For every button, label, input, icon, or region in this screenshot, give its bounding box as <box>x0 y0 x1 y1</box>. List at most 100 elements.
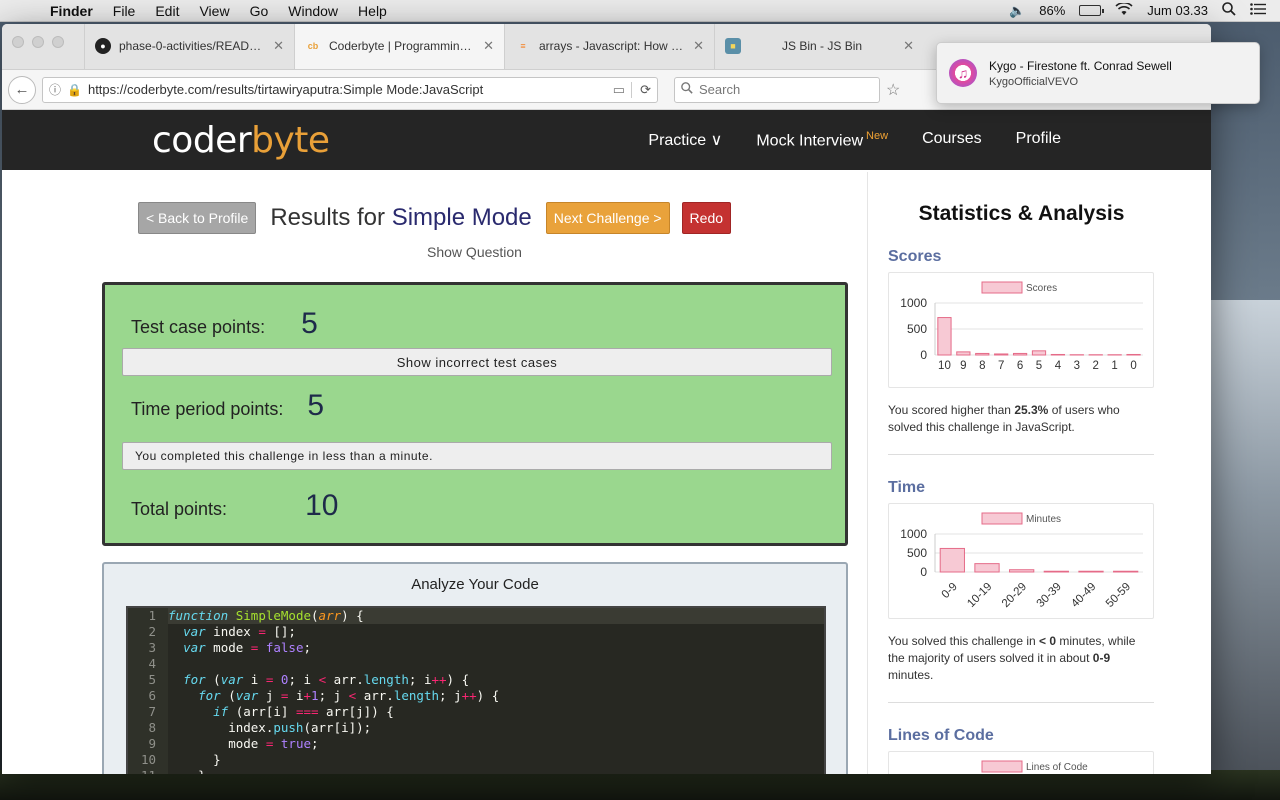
code-line: 2 var index = []; <box>128 624 824 640</box>
time-chart-svg: Minutes 1000 500 0 0-9 10-19 20-29 30-39 40-49 50… <box>900 512 1143 610</box>
bar <box>974 563 1000 573</box>
tab-label: Coderbyte | Programming … <box>329 39 476 53</box>
menu-finder[interactable]: Finder <box>40 3 103 19</box>
y-tick-label: 0 <box>920 565 927 579</box>
close-window-button[interactable] <box>12 36 24 48</box>
scores-summary: You scored higher than 25.3% of users wh… <box>888 402 1155 436</box>
x-tick-label: 40-49 <box>1069 581 1098 610</box>
search-icon <box>681 82 693 97</box>
menu-help[interactable]: Help <box>348 3 397 19</box>
reload-icon[interactable]: ⟳ <box>631 81 651 98</box>
x-tick-label: 3 <box>1074 360 1080 372</box>
nav-mock-interview[interactable]: Mock Interview New <box>756 130 888 150</box>
time-text-c: minutes. <box>888 668 934 682</box>
spotlight-search-icon[interactable] <box>1222 2 1236 19</box>
code-line: 8 index.push(arr[i]); <box>128 720 824 736</box>
stackoverflow-icon: ≡ <box>520 41 526 51</box>
logo-text-coder: coder <box>152 119 252 161</box>
scores-section-title: Scores <box>888 248 942 265</box>
x-tick-label: 10-19 <box>965 581 994 610</box>
y-tick-label: 1000 <box>900 527 927 541</box>
tab-label: arrays - Javascript: How to… <box>539 39 686 53</box>
x-tick-label: 1 <box>1111 360 1117 372</box>
close-tab-icon[interactable]: ✕ <box>273 38 284 54</box>
tab-github[interactable]: ● phase-0-activities/READM… ✕ <box>84 24 294 69</box>
legend-label: Lines of Code <box>1026 762 1088 773</box>
code-line: 6 for (var j = i+1; j < arr.length; j++)… <box>128 688 824 704</box>
site-header: coderbyte Practice ∨ Mock Interview New C… <box>2 110 1211 170</box>
itunes-icon: ♫ <box>949 59 977 87</box>
info-icon[interactable]: ⓘ <box>49 81 61 98</box>
show-incorrect-test-cases-button[interactable]: Show incorrect test cases <box>122 348 832 376</box>
reader-view-icon[interactable]: ▭ <box>613 82 625 98</box>
legend-swatch <box>981 760 1023 773</box>
music-notification[interactable]: ♫ Kygo - Firestone ft. Conrad Sewell Kyg… <box>936 42 1260 104</box>
address-bar[interactable]: ⓘ 🔒 https://coderbyte.com/results/tirtaw… <box>42 76 658 103</box>
close-tab-icon[interactable]: ✕ <box>693 38 704 54</box>
site-nav: Practice ∨ Mock Interview New Courses Pro… <box>648 130 1061 150</box>
challenge-name: Simple Mode <box>391 204 532 231</box>
menu-file[interactable]: File <box>103 3 146 19</box>
nav-practice[interactable]: Practice ∨ <box>648 130 722 150</box>
x-tick-label: 8 <box>979 360 985 372</box>
search-input[interactable]: Search <box>674 76 880 103</box>
test-case-points-row: Test case points: 5 <box>131 307 318 341</box>
tab-coderbyte[interactable]: cb Coderbyte | Programming … ✕ <box>294 24 504 69</box>
legend-swatch <box>981 281 1023 294</box>
logo-text-byte: byte <box>251 119 330 161</box>
legend-swatch <box>981 512 1023 525</box>
back-to-profile-button[interactable]: < Back to Profile <box>137 202 257 234</box>
show-question-link[interactable]: Show Question <box>82 244 867 260</box>
back-button[interactable]: ← <box>8 75 36 104</box>
bar <box>1050 353 1066 356</box>
bar <box>994 353 1009 356</box>
x-tick-label: 30-39 <box>1035 581 1064 610</box>
tab-label: JS Bin - JS Bin <box>782 39 863 53</box>
mac-menubar: Finder File Edit View Go Window Help 🔈 8… <box>0 0 1280 22</box>
bar <box>1031 350 1047 356</box>
x-tick-label: 6 <box>1017 360 1023 372</box>
menu-window[interactable]: Window <box>278 3 348 19</box>
page-title: Results for Simple Mode <box>268 204 533 232</box>
stats-title: Statistics & Analysis <box>918 202 1125 225</box>
close-tab-icon[interactable]: ✕ <box>483 38 494 54</box>
bookmark-star-icon[interactable]: ☆ <box>886 80 900 100</box>
tab-jsbin[interactable]: ■ JS Bin - JS Bin ✕ <box>714 24 924 69</box>
x-tick-label: 50-59 <box>1104 581 1133 610</box>
page-content: < Back to Profile Results for Simple Mod… <box>2 172 1211 774</box>
coderbyte-logo[interactable]: coderbyte <box>152 120 330 161</box>
time-note: You completed this challenge in less tha… <box>122 442 832 470</box>
y-tick-label: 0 <box>920 348 927 362</box>
nav-courses[interactable]: Courses <box>922 130 982 150</box>
url-text[interactable]: https://coderbyte.com/results/tirtawirya… <box>88 82 607 97</box>
volume-icon[interactable]: 🔈 <box>1009 3 1025 19</box>
results-main: < Back to Profile Results for Simple Mod… <box>2 172 868 774</box>
scores-chart-svg: Scores1000500010 9 8 7 6 5 4 3 2 1 0 <box>900 281 1143 372</box>
code-editor[interactable]: 1 function SimpleMode(arr) { 2 var index … <box>126 606 826 774</box>
zoom-window-button[interactable] <box>52 36 64 48</box>
menu-edit[interactable]: Edit <box>145 3 189 19</box>
menu-go[interactable]: Go <box>240 3 279 19</box>
redo-button[interactable]: Redo <box>681 202 732 234</box>
close-tab-icon[interactable]: ✕ <box>903 38 914 54</box>
loc-chart-svg: Lines of Code1000 <box>981 760 1088 773</box>
x-tick-label: 0-9 <box>940 581 960 601</box>
scores-chart: Scores 1000 500 0 10 9 8 7 6 5 4 3 2 1 0 <box>888 272 1154 388</box>
battery-percent[interactable]: 86% <box>1039 3 1065 18</box>
notification-center-icon[interactable] <box>1250 3 1266 18</box>
minimize-window-button[interactable] <box>32 36 44 48</box>
search-placeholder: Search <box>699 82 741 97</box>
clock[interactable]: Jum 03.33 <box>1147 3 1208 18</box>
battery-icon[interactable] <box>1079 5 1105 16</box>
x-tick-label: 20-29 <box>1000 581 1029 610</box>
divider <box>888 454 1154 455</box>
menu-view[interactable]: View <box>189 3 239 19</box>
next-challenge-button[interactable]: Next Challenge > <box>545 202 670 234</box>
notification-title: Kygo - Firestone ft. Conrad Sewell <box>989 58 1172 73</box>
tab-stackoverflow[interactable]: ≡ arrays - Javascript: How to… ✕ <box>504 24 714 69</box>
total-points-value: 10 <box>305 489 339 522</box>
results-header: < Back to Profile Results for Simple Mod… <box>2 202 867 234</box>
tab-label: phase-0-activities/READM… <box>119 39 266 53</box>
wifi-icon[interactable] <box>1115 1 1133 19</box>
nav-profile[interactable]: Profile <box>1016 130 1061 150</box>
